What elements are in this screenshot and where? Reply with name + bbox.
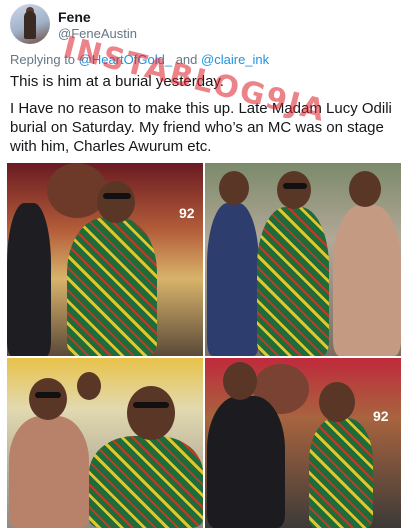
banner-92: 92 (179, 205, 195, 221)
replying-to: Replying to @HeartOfGold_ and @claire_in… (10, 52, 269, 67)
face-left (223, 362, 257, 400)
avatar-figure (24, 11, 36, 39)
photo-1[interactable]: 92 (7, 163, 203, 356)
banner-92: 92 (373, 408, 389, 424)
tweet-text: This is him at a burial yesterday. I Hav… (10, 72, 402, 162)
face-left (219, 171, 249, 205)
sunglasses (103, 193, 131, 199)
photo-4[interactable]: 92 (205, 358, 401, 528)
avatar[interactable] (10, 4, 50, 44)
author-handle[interactable]: @FeneAustin (58, 26, 137, 41)
face-right (319, 382, 355, 422)
face-background (77, 372, 101, 400)
tweet-line-1: This is him at a burial yesterday. (10, 73, 224, 90)
person-right (333, 205, 401, 356)
photo-3[interactable] (7, 358, 203, 528)
face-right (349, 171, 381, 207)
person-left (7, 203, 51, 356)
person-left (207, 396, 285, 528)
sunglasses (283, 183, 307, 189)
face-left (29, 378, 67, 420)
person-right (309, 418, 373, 528)
person-left (207, 203, 259, 356)
photo-2[interactable] (205, 163, 401, 356)
face-center (127, 386, 175, 440)
author-name[interactable]: Fene (58, 9, 91, 25)
person-center (89, 436, 203, 528)
tweet-header: Fene @FeneAustin (10, 4, 400, 46)
sunglasses (133, 402, 169, 408)
face-center (97, 181, 135, 223)
person-center (67, 218, 157, 356)
person-center (257, 207, 329, 356)
person-left (9, 416, 89, 528)
tweet-line-2: I Have no reason to make this up. Late M… (10, 100, 392, 155)
reply-link-2[interactable]: @claire_ink (201, 52, 269, 67)
replying-joiner: and (175, 52, 198, 67)
face-center (277, 171, 311, 209)
replying-prefix: Replying to (10, 52, 76, 67)
reply-link-1[interactable]: @HeartOfGold_ (79, 52, 172, 67)
sunglasses (35, 392, 61, 398)
